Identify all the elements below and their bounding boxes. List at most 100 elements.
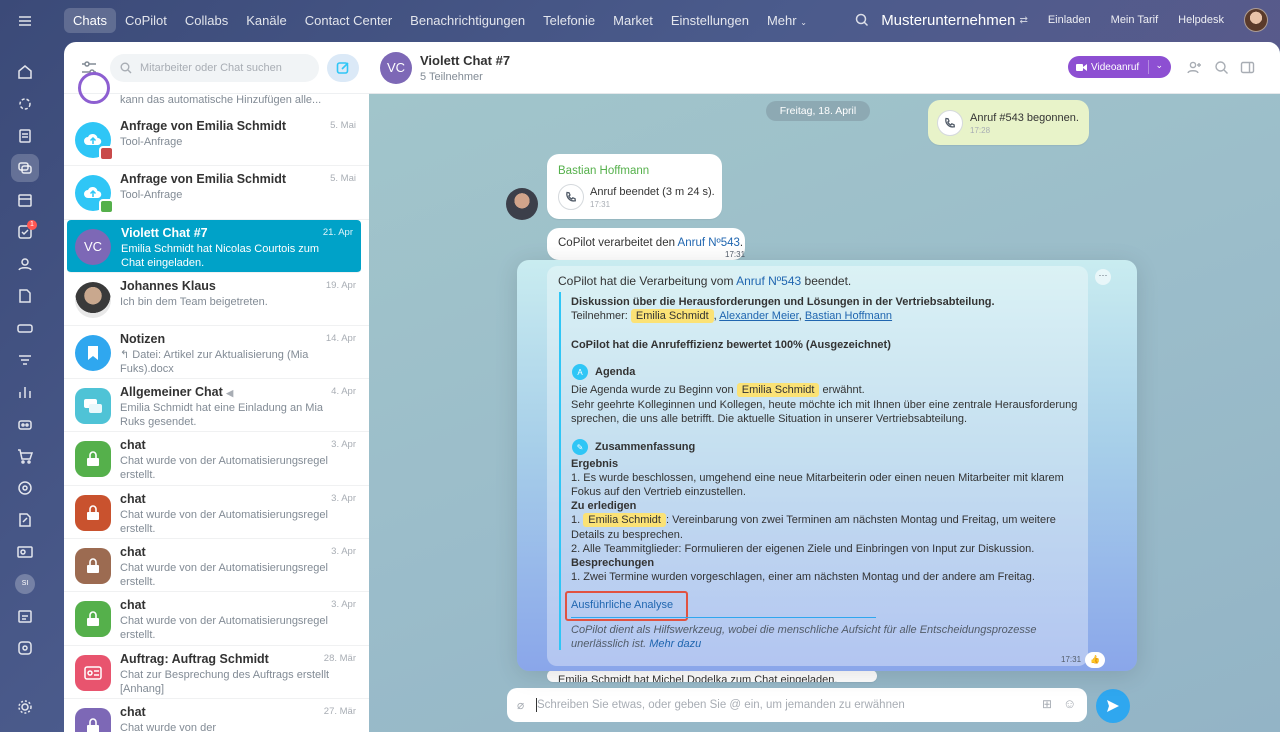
more-info-link[interactable]: Mehr dazu [649,638,701,650]
user-avatar[interactable] [1244,8,1268,32]
video-call-button[interactable]: Videoanruf ⌄ [1068,56,1171,78]
filter-stack-icon[interactable] [16,351,34,369]
summary-icon: ✎ [572,439,588,455]
list-item[interactable]: Auftrag: Auftrag Schmidt 28. Mär Chat zu… [64,646,369,699]
nav-contact-center[interactable]: Contact Center [296,8,401,33]
nav-more[interactable]: Mehr ⌄ [758,8,816,33]
participant-mention[interactable]: Emilia Schmidt [630,309,714,323]
nav-collabs[interactable]: Collabs [176,8,237,33]
helpdesk-link[interactable]: Helpdesk [1178,14,1224,26]
nav-chats[interactable]: Chats [64,8,116,33]
agenda-text: sprechen, die uns alle betrifft. Die akt… [571,413,968,425]
search-icon[interactable] [1214,60,1229,75]
chat-title: chat [120,545,146,560]
schedule-icon[interactable] [16,607,34,625]
lock-badge-icon [99,199,114,215]
like-icon[interactable]: 👍 [1085,652,1105,668]
list-item-selected[interactable]: VC Violett Chat #7 21. Apr Emilia Schmid… [67,219,361,273]
calendar-icon[interactable] [16,191,34,209]
nav-telephony[interactable]: Telefonie [534,8,604,33]
new-chat-button[interactable] [327,53,359,82]
home-icon[interactable] [16,63,34,81]
call-started-message[interactable]: Anruf #543 begonnen. 17:28 [928,100,1089,145]
chat-title: chat [120,438,146,453]
attachment-icon[interactable]: ⌀ [517,698,524,712]
behind-message: Emilia Schmidt hat Michel Dodelka zum Ch… [547,670,877,682]
call-link[interactable]: Anruf Nº543 [736,274,801,288]
participants-row: Teilnehmer: Emilia Schmidt, Alexander Me… [571,309,893,323]
list-item[interactable]: Allgemeiner Chat ◀ 4. Apr Emilia Schmidt… [64,379,369,433]
target-icon[interactable] [16,479,34,497]
copilot-processing-message[interactable]: CoPilot verarbeitet den Anruf Nº543. 17:… [547,228,745,260]
nav-market[interactable]: Market [604,8,662,33]
bastian-message[interactable]: Bastian Hoffmann Anruf beendet (3 m 24 s… [547,154,722,219]
edit-doc-icon[interactable] [16,511,34,529]
list-item[interactable]: Anfrage von Emilia Schmidt 5. Mai Tool-A… [64,166,369,220]
cart-icon[interactable] [16,447,34,465]
settings-gear-icon[interactable] [16,698,34,716]
tariff-link[interactable]: Mein Tarif [1111,14,1158,26]
list-item[interactable]: chat 3. Apr Chat wurde von der Automatis… [64,486,369,540]
message-input[interactable]: ⌀ Schreiben Sie etwas, oder geben Sie @ … [507,688,1087,722]
emoji-icon[interactable]: ☺ [1063,696,1076,711]
drive-icon[interactable] [16,319,34,337]
search-input[interactable]: Mitarbeiter oder Chat suchen [110,53,319,82]
list-item[interactable]: Johannes Klaus 19. Apr Ich bin dem Team … [64,273,369,326]
sidebar-toggle-icon[interactable] [1240,60,1255,75]
chat-header-subtitle[interactable]: 5 Teilnehmer [420,71,510,83]
chat-avatar[interactable]: VC [380,51,412,84]
chat-header: VC Violett Chat #7 5 Teilnehmer Videoanr… [369,42,1280,94]
analytics-icon[interactable] [16,383,34,401]
document-icon[interactable] [16,287,34,305]
list-item[interactable]: chat 27. Mär Chat wurde von der [64,699,369,732]
top-bar: Chats CoPilot Collabs Kanäle Contact Cen… [0,0,1280,42]
company-name[interactable]: Musterunternehmen [881,12,1015,29]
copilot-result-overlay: CoPilot hat die Verarbeitung vom Anruf N… [517,260,1137,671]
sender-name[interactable]: Bastian Hoffmann [558,165,649,177]
agenda-text: Die Agenda wurde zu Beginn von Emilia Sc… [571,383,865,397]
nav-copilot[interactable]: CoPilot [116,8,176,33]
agenda-title: Agenda [595,366,636,378]
apps-grid-icon[interactable]: ⊞ [1042,697,1052,711]
security-icon[interactable] [16,639,34,657]
contact-card-icon[interactable] [16,543,34,561]
group-icon[interactable] [16,255,34,273]
list-item[interactable]: Notizen 14. Apr ↰ Datei: Artikel zur Akt… [64,326,369,380]
robot-icon[interactable] [16,415,34,433]
menu-icon[interactable] [16,12,34,30]
nav-channels[interactable]: Kanäle [237,8,295,33]
chat-icon[interactable] [16,159,34,177]
tasks-doc-icon[interactable] [16,127,34,145]
more-options-icon[interactable]: ··· [1095,269,1111,285]
nav-settings[interactable]: Einstellungen [662,8,758,33]
sender-avatar[interactable] [506,188,538,220]
list-item[interactable]: kann das automatische Hinzufügen alle... [64,72,369,113]
invite-link[interactable]: Einladen [1048,14,1091,26]
add-user-icon[interactable] [1187,60,1202,75]
swap-icon[interactable]: ⇄ [1019,15,1027,26]
disclaimer-prefix: unerlässlich ist. [571,638,650,650]
feed-icon[interactable] [16,95,34,113]
participant-link[interactable]: Bastian Hoffmann [805,310,892,322]
chat-date: 27. Mär [323,705,356,717]
video-call-label: Videoanruf [1091,61,1140,73]
call-link[interactable]: Anruf Nº543 [678,237,740,249]
chat-header-title[interactable]: Violett Chat #7 [420,53,510,68]
list-item[interactable]: chat 3. Apr Chat wurde von der Automatis… [64,539,369,593]
person-mention[interactable]: Emilia Schmidt [736,383,820,397]
search-icon[interactable] [855,13,869,27]
chat-header-info: Violett Chat #7 5 Teilnehmer [420,53,510,83]
detail-analysis-link[interactable]: Ausführliche Analyse [571,598,673,612]
send-button[interactable] [1096,689,1130,723]
list-item[interactable]: chat 3. Apr Chat wurde von der Automatis… [64,592,369,646]
participant-link[interactable]: Alexander Meier [719,310,799,322]
result-text: 1. Es wurde beschlossen, umgehend eine n… [571,472,1064,484]
chevron-down-icon[interactable]: ⌄ [1155,60,1163,71]
person-mention[interactable]: Emilia Schmidt [583,513,666,527]
list-item[interactable]: Anfrage von Emilia Schmidt 5. Mai Tool-A… [64,113,369,167]
chat-avatar [75,654,111,691]
user-initials-avatar[interactable]: SI [15,574,35,594]
list-item[interactable]: chat 3. Apr Chat wurde von der Automatis… [64,432,369,486]
nav-notifications[interactable]: Benachrichtigungen [401,8,534,33]
efficiency-rating: CoPilot hat die Anrufeffizienz bewertet … [571,339,891,351]
